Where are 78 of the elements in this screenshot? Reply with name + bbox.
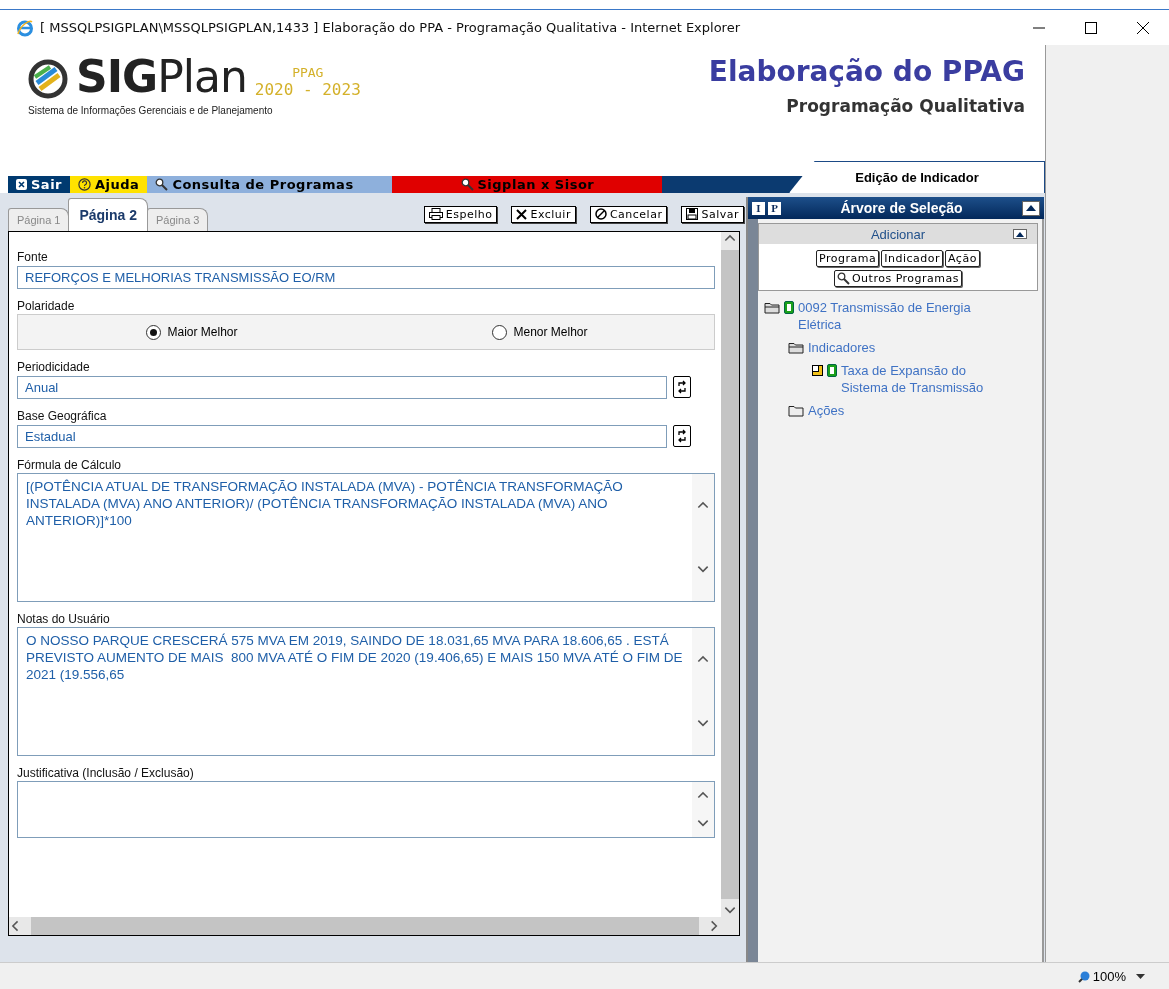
search-icon [155, 178, 169, 191]
menu-item[interactable]: Ajuda [70, 176, 148, 193]
radio-button[interactable] [146, 324, 162, 340]
radio-label: Menor Melhor [513, 325, 588, 339]
zoom-icon [1077, 969, 1091, 983]
refresh-icon [677, 429, 687, 443]
menu-item[interactable]: Sair [8, 176, 70, 193]
radio-label: Maior Melhor [167, 325, 238, 339]
indicator-icon [812, 365, 823, 376]
add-button[interactable]: Indicador [881, 250, 944, 267]
printer-icon [428, 208, 443, 220]
save-icon [686, 208, 699, 220]
collapse-button[interactable] [1022, 200, 1040, 216]
triangle-up-icon [1016, 231, 1024, 237]
open-folder-icon [764, 301, 780, 314]
search-icon [836, 272, 850, 285]
page-tab[interactable]: Página 2 [68, 198, 149, 231]
add-button[interactable]: Programa [816, 250, 880, 267]
toolbar-button[interactable]: Espelho [423, 205, 498, 223]
window-title: [ MSSQLPSIGPLAN\MSSQLPSIGPLAN,1433 ] Elaboração do PPA - Programação Qualitativa - Internet Explorer [40, 20, 741, 35]
open-folder-icon [788, 341, 804, 354]
menu-item[interactable]: Sigplan x Sisor [392, 176, 663, 193]
horizontal-scrollbar[interactable] [9, 917, 739, 935]
browser-logo-icon [16, 18, 34, 37]
refresh-icon [677, 380, 687, 394]
folder-icon [788, 404, 804, 417]
zoom-level[interactable]: 100% [1077, 968, 1126, 984]
tree-item[interactable]: Ações [808, 402, 845, 419]
triangle-up-icon [1026, 205, 1036, 211]
panel-toggle[interactable]: I [752, 201, 765, 215]
textarea-field[interactable] [17, 781, 715, 838]
tree-item[interactable]: Taxa de Expansão do Sistema de Transmissão [841, 362, 1002, 396]
field-label: Justificativa (Inclusão / Exclusão) [17, 766, 195, 780]
close-icon [516, 208, 528, 220]
add-button[interactable]: Ação [945, 250, 980, 267]
textarea-field[interactable]: [(POTÊNCIA ATUAL DE TRANSFORMAÇÃO INSTALADA (MVA) - POTÊNCIA TRANSFORMAÇÃO INSTALADA (MVA) ANO ANTERIOR)/ (POTÊNCIA TRANSFORMAÇÃO INSTALADA (MVA) ANO ANTERIOR)]*100 [17, 473, 715, 602]
years-label: 2020 - 2023 [254, 80, 361, 99]
maximize-icon [1085, 21, 1097, 34]
help-icon [78, 178, 91, 191]
number-badge-icon [784, 301, 794, 314]
toolbar-button[interactable]: Salvar [681, 205, 744, 223]
field-label: Notas do Usuário [17, 612, 111, 626]
search-button[interactable]: Outros Programas [833, 270, 963, 287]
text-field[interactable]: REFORÇOS E MELHORIAS TRANSMISSÃO EO/RM [17, 266, 715, 289]
field-label: Base Geográfica [17, 409, 108, 423]
page-subtitle: Programação Qualitativa [786, 96, 1025, 116]
collapse-button[interactable] [1013, 229, 1027, 239]
close-icon [1137, 21, 1149, 34]
tree-item[interactable]: Indicadores [808, 339, 876, 356]
panel-toggle[interactable]: P [768, 201, 781, 215]
search-icon [460, 178, 474, 191]
edition-label: PPAG [292, 65, 324, 80]
menu-item[interactable]: Consulta de Programas [147, 176, 393, 193]
toolbar-button[interactable]: Cancelar [589, 205, 668, 223]
radio-button[interactable] [492, 324, 508, 340]
cancel-icon [594, 208, 607, 220]
tree-panel-title: Árvore de Seleção [839, 200, 964, 216]
close-icon [16, 179, 27, 190]
logo-tagline: Sistema de Informações Gerenciais e de Planejamento [28, 105, 274, 116]
field-label: Periodicidade [17, 360, 91, 374]
textarea-field[interactable]: O NOSSO PARQUE CRESCERÁ 575 MVA EM 2019, SAINDO DE 18.031,65 MVA PARA 18.606,65 . ESTÁ PREVISTO AUMENTO DE MAIS 800 MVA ATÉ O FIM DE 2020 (19.406,65) E MAIS 150 MVA ATÉ O FIM DE 2021 (19.556,65 [17, 627, 715, 756]
section-tab[interactable]: Edição de Indicador [789, 161, 1045, 193]
field-label: Polaridade [17, 299, 76, 313]
tree-item[interactable]: 0092 Transmissão de Energia Elétrica [798, 299, 1002, 333]
field-label: Fórmula de Cálculo [17, 458, 123, 472]
page-title: Elaboração do PPAG [708, 55, 1025, 88]
select-field[interactable]: Estadual [17, 425, 667, 448]
number-badge-icon [827, 364, 837, 377]
logo-icon [28, 59, 68, 99]
toolbar-button[interactable]: Excluir [511, 205, 576, 223]
refresh-button[interactable] [673, 425, 691, 447]
vertical-scrollbar[interactable] [721, 232, 739, 917]
field-label: Fonte [17, 250, 49, 264]
dropdown-icon[interactable] [1136, 973, 1145, 979]
logo-text: SIGPlan [76, 55, 247, 99]
add-section-title: Adicionar [870, 226, 926, 242]
refresh-button[interactable] [673, 376, 691, 398]
select-field[interactable]: Anual [17, 376, 667, 399]
